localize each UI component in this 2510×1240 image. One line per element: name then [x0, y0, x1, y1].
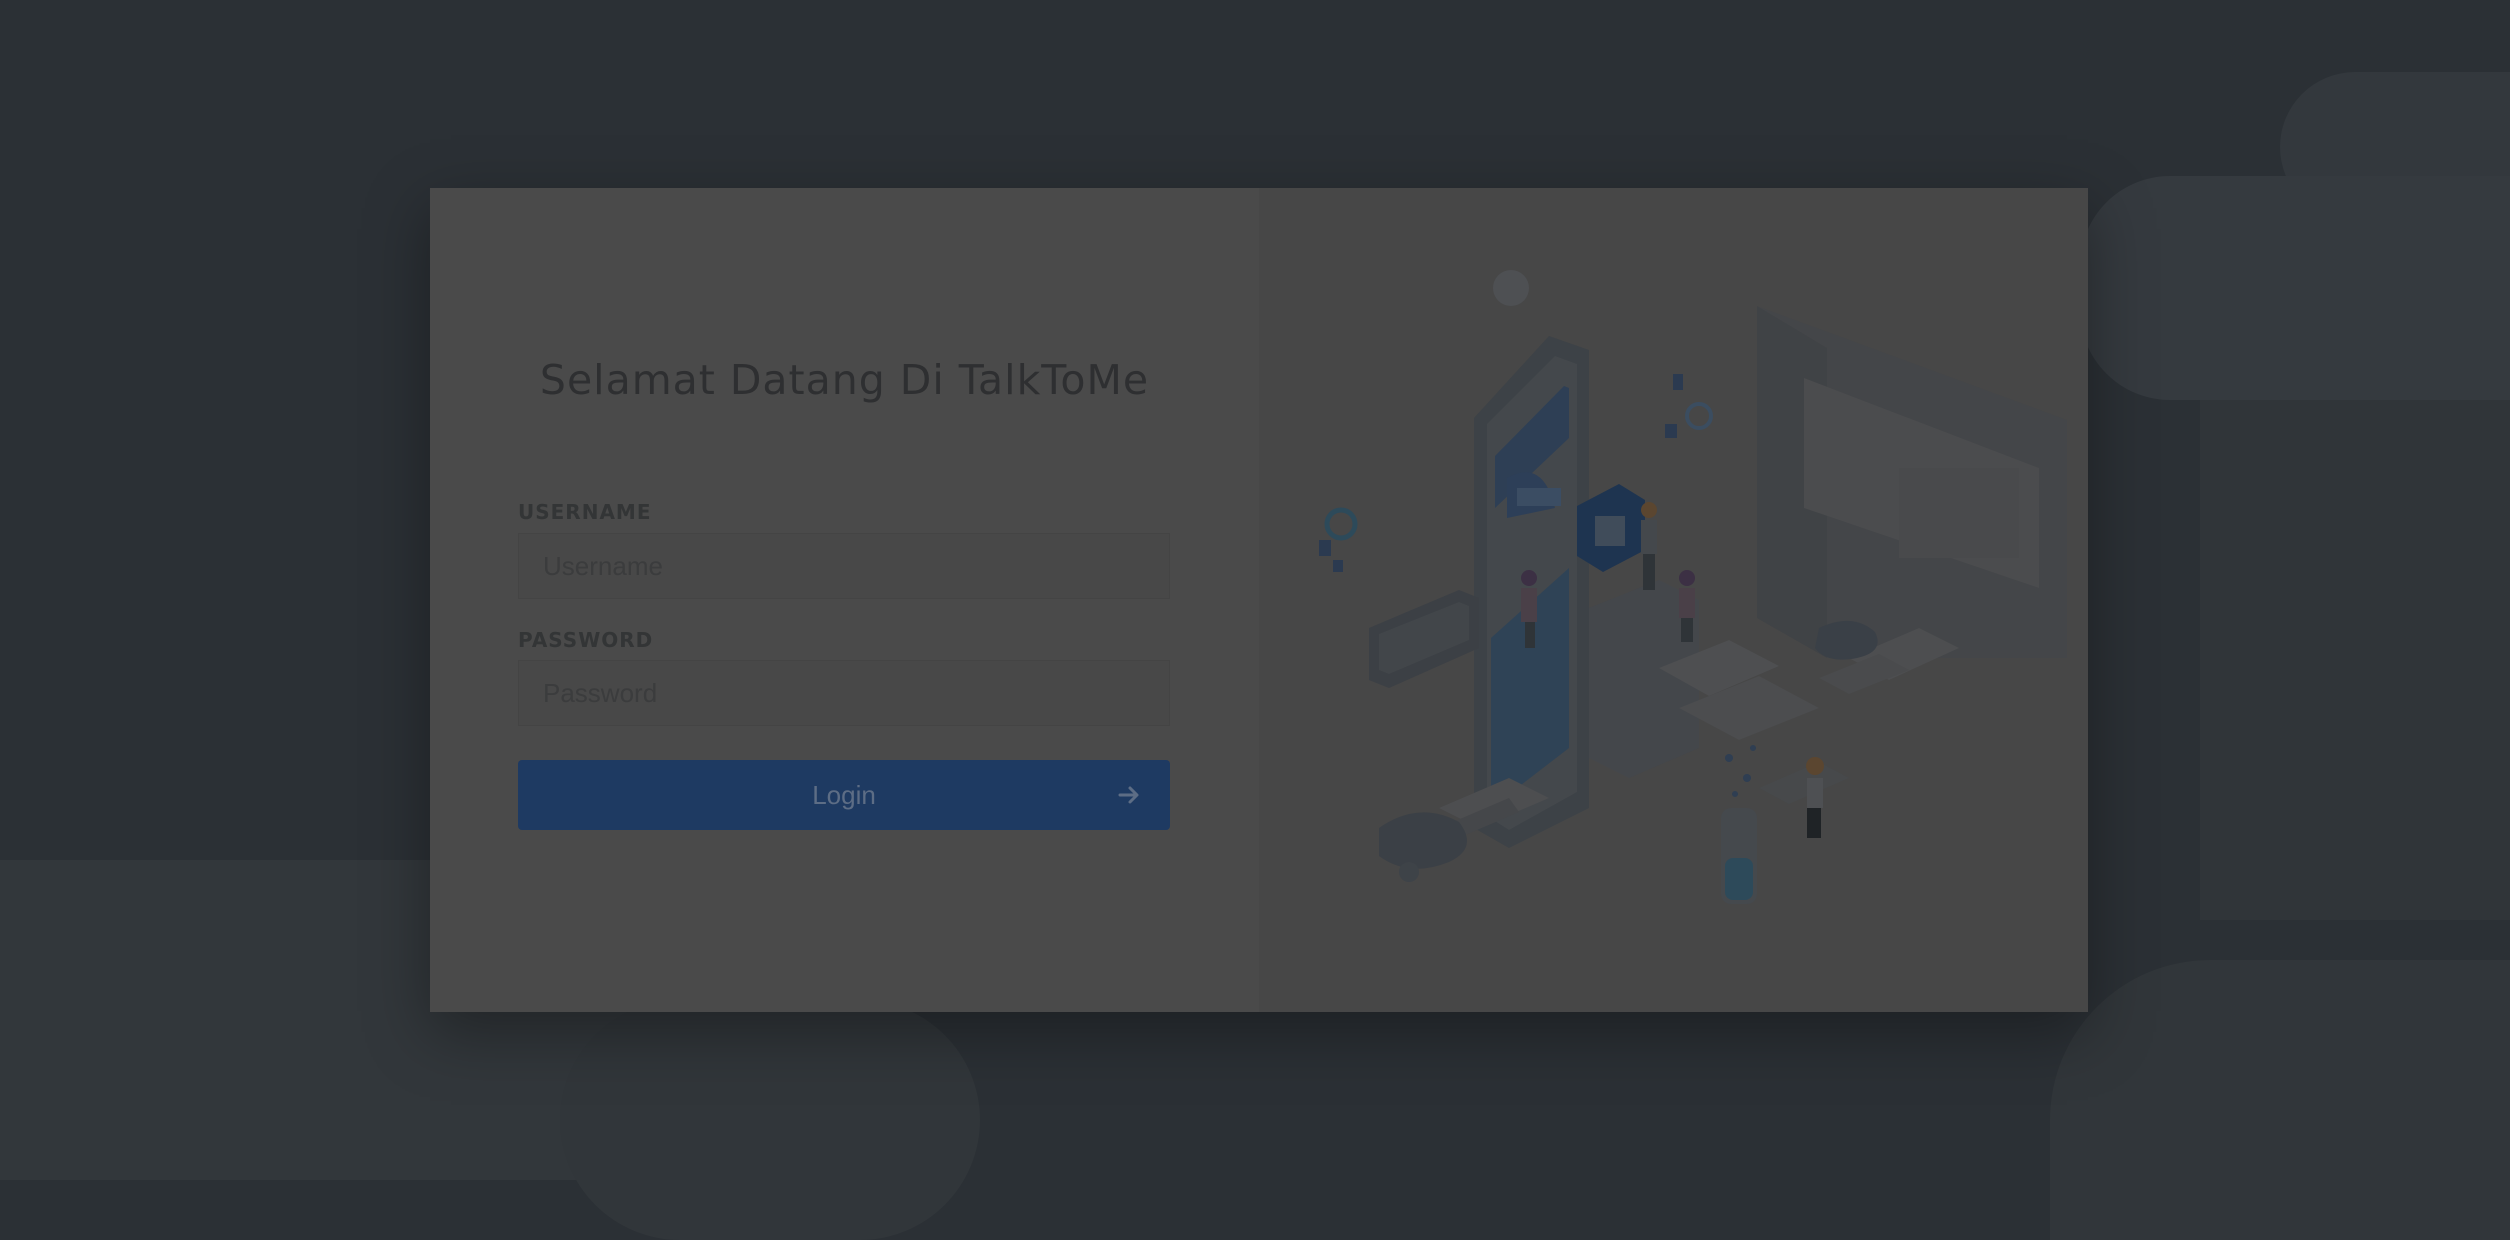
- illustration-panel: [1259, 188, 2088, 1012]
- password-label: PASSWORD: [518, 628, 654, 652]
- login-card: Selamat Datang Di TalkToMe USERNAME PASS…: [430, 188, 2088, 1012]
- monitor-shape: [1757, 306, 2067, 658]
- chat-bubble-shape: [1369, 590, 1479, 688]
- login-button[interactable]: Login: [518, 760, 1170, 830]
- username-label: USERNAME: [518, 500, 652, 524]
- isometric-mobile-app-illustration: [1319, 270, 2067, 904]
- background-shape: [2050, 960, 2510, 1240]
- background-shape: [560, 1000, 980, 1240]
- username-input[interactable]: [518, 533, 1170, 599]
- page-title: Selamat Datang Di TalkToMe: [539, 356, 1150, 404]
- password-input[interactable]: [518, 660, 1170, 726]
- login-form-panel: Selamat Datang Di TalkToMe USERNAME PASS…: [430, 188, 1259, 1012]
- background-shape: [2080, 176, 2510, 400]
- arrow-right-icon: [1118, 786, 1139, 804]
- test-tube-shape: [1721, 745, 1757, 904]
- login-button-label: Login: [812, 779, 876, 810]
- background-shape: [2200, 360, 2510, 920]
